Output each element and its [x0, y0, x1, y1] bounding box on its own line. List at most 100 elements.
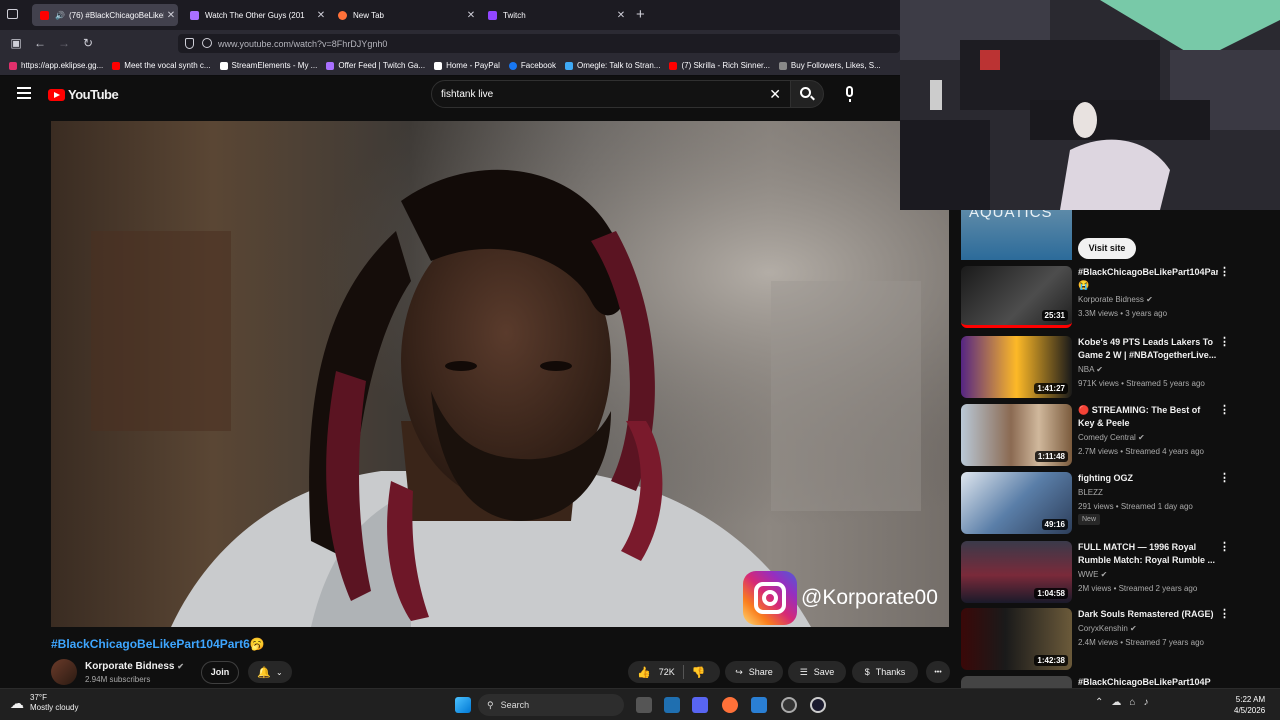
speaker-icon: 🔊 [55, 10, 65, 20]
video-title: Kobe's 49 PTS Leads Lakers To Game 2 W |… [1078, 337, 1217, 360]
thumbs-up-icon: 👍 [637, 666, 651, 679]
weather-widget[interactable]: ☁ 37°F Mostly cloudy [10, 693, 78, 713]
channel-avatar[interactable] [51, 659, 77, 685]
widgets-icon[interactable] [664, 697, 680, 713]
dislike-button[interactable]: 👎 [692, 666, 706, 679]
close-tab-icon[interactable]: ✕ [164, 10, 178, 21]
video-meta: 3.3M views • 3 years ago [1078, 309, 1168, 318]
tab-new-tab[interactable]: New Tab ✕ [330, 4, 478, 26]
visit-site-button[interactable]: Visit site [1078, 238, 1136, 259]
tab-youtube[interactable]: 🔊 (76) #BlackChicagoBeLikeP ✕ [32, 4, 178, 26]
microphone-icon [846, 86, 853, 97]
video-frame-image [51, 121, 949, 627]
recommendation-item[interactable]: 49:16 fighting OGZ BLEZZ 291 views • Str… [961, 472, 1231, 536]
tab-twitch[interactable]: Twitch ✕ [480, 4, 628, 26]
recommendation-item[interactable]: 1:04:58 FULL MATCH — 1996 Royal Rumble M… [961, 541, 1231, 605]
verified-icon: ✔ [1096, 365, 1103, 374]
task-view-icon[interactable] [636, 697, 652, 713]
more-options-icon[interactable]: ⋮ [1219, 542, 1230, 553]
clear-search-icon[interactable]: ✕ [769, 86, 781, 103]
recommendation-item[interactable]: #BlackChicagoBeLikePart104P [961, 676, 1231, 688]
video-title: #BlackChicagoBeLikePart104P [1078, 677, 1211, 687]
tab-overview-icon[interactable] [7, 9, 18, 19]
system-tray[interactable]: ⌃☁⌂♪ [1095, 697, 1156, 708]
video-meta: 291 views • Streamed 1 day ago [1078, 502, 1193, 511]
search-input[interactable]: fishtank live ✕ [431, 80, 792, 108]
voice-search-button[interactable] [836, 81, 864, 107]
verified-icon: ✔ [1100, 570, 1108, 579]
thanks-button[interactable]: $ Thanks [852, 661, 918, 683]
verified-icon: ✔ [1130, 624, 1137, 633]
more-options-icon[interactable]: ⋮ [1219, 473, 1230, 484]
back-icon[interactable]: ← [32, 35, 48, 51]
firefox-icon[interactable] [722, 697, 738, 713]
close-tab-icon[interactable]: ✕ [464, 10, 478, 21]
verified-icon: ✔ [1138, 433, 1145, 442]
bookmark-item[interactable]: Facebook [508, 61, 556, 70]
bell-icon: 🔔 [257, 666, 271, 679]
url-bar[interactable]: www.youtube.com/watch?v=8FhrDJYgnh0 [178, 34, 900, 53]
join-button[interactable]: Join [201, 661, 239, 684]
windows-start-icon[interactable] [455, 697, 471, 713]
bookmark-favicon-icon [565, 61, 573, 70]
like-button[interactable]: 👍 72K [637, 666, 675, 679]
more-actions-button[interactable]: ••• [926, 661, 950, 683]
recommendation-item[interactable]: 1:42:38 Dark Souls Remastered (RAGE) Cor… [961, 608, 1231, 672]
like-dislike-group: 👍 72K 👎 [628, 661, 720, 683]
more-options-icon[interactable]: ⋮ [1219, 267, 1230, 278]
more-options-icon[interactable]: ⋮ [1219, 405, 1230, 416]
bookmark-item[interactable]: Home - PayPal [434, 61, 500, 70]
tab-other-guys[interactable]: Watch The Other Guys (201 ✕ [182, 4, 328, 26]
bookmark-item[interactable]: https://app.eklipse.gg... [9, 61, 103, 70]
video-player[interactable]: @Korporate00 [51, 121, 949, 627]
watermark: @Korporate00 [743, 571, 938, 625]
bookmark-item[interactable]: Meet the vocal synth c... [112, 61, 211, 70]
taskbar-search[interactable]: ⚲ Search [478, 694, 624, 716]
tab-title: Twitch [503, 10, 526, 20]
bookmark-item[interactable]: Offer Feed | Twitch Ga... [326, 61, 425, 70]
bookmark-favicon-icon [9, 61, 17, 70]
bookmark-item[interactable]: Omegle: Talk to Stran... [565, 61, 660, 70]
menu-icon[interactable] [17, 87, 31, 99]
reload-icon[interactable]: ↻ [80, 35, 96, 51]
bookmark-item[interactable]: StreamElements - My ... [219, 61, 317, 70]
bookmark-favicon-icon [112, 61, 121, 70]
obs-icon[interactable] [810, 697, 826, 713]
more-options-icon[interactable]: ⋮ [1219, 609, 1230, 620]
tab-title: New Tab [353, 10, 384, 20]
clock[interactable]: 5:22 AM 4/5/2026 [1234, 694, 1265, 716]
ad-thumbnail[interactable]: AQUATICS [961, 210, 1072, 260]
app-icon[interactable] [781, 697, 797, 713]
youtube-header: YouTube fishtank live ✕ [0, 76, 900, 112]
share-icon: ↪ [735, 666, 743, 677]
bookmark-item[interactable]: Buy Followers, Likes, S... [778, 61, 881, 70]
file-explorer-icon[interactable] [751, 697, 767, 713]
more-options-icon[interactable]: ⋮ [1219, 337, 1230, 348]
recommendation-item[interactable]: 25:31 #BlackChicagoBeLikePart104Part7Fin… [961, 266, 1231, 330]
video-thumbnail: 1:42:38 [961, 608, 1072, 670]
channel-name[interactable]: Korporate Bidness ✔ [85, 661, 184, 672]
watermark-handle: @Korporate00 [801, 586, 938, 609]
webcam-feed-image [900, 0, 1280, 210]
recommendation-item[interactable]: 1:11:48 🔴 STREAMING: The Best of Key & P… [961, 404, 1231, 468]
video-title: 🔴 STREAMING: The Best of Key & Peele [1078, 405, 1201, 428]
bookmark-item[interactable]: (7) Skrilla - Rich Sinner... [669, 61, 770, 70]
search-button[interactable] [790, 80, 824, 108]
discord-icon[interactable] [692, 697, 708, 713]
forward-icon[interactable]: → [56, 35, 72, 51]
close-tab-icon[interactable]: ✕ [314, 10, 328, 21]
subscriber-count: 2.94M subscribers [85, 675, 151, 684]
search-icon: ⚲ [487, 699, 494, 710]
sidebar-toggle-icon[interactable]: ▣ [8, 35, 24, 51]
close-tab-icon[interactable]: ✕ [614, 10, 628, 21]
share-button[interactable]: ↪ Share [725, 661, 783, 683]
new-tab-button[interactable]: + [636, 6, 645, 23]
youtube-logo[interactable]: YouTube [48, 87, 119, 102]
recommendation-item[interactable]: 1:41:27 Kobe's 49 PTS Leads Lakers To Ga… [961, 336, 1231, 400]
save-button[interactable]: ☰ Save [788, 661, 846, 683]
bookmark-favicon-icon [669, 61, 678, 70]
subscribed-button[interactable]: 🔔 ⌄ [248, 661, 292, 683]
channel-name: NBA ✔ [1078, 365, 1103, 374]
youtube-favicon-icon [40, 10, 49, 20]
thanks-icon: $ [864, 667, 870, 677]
